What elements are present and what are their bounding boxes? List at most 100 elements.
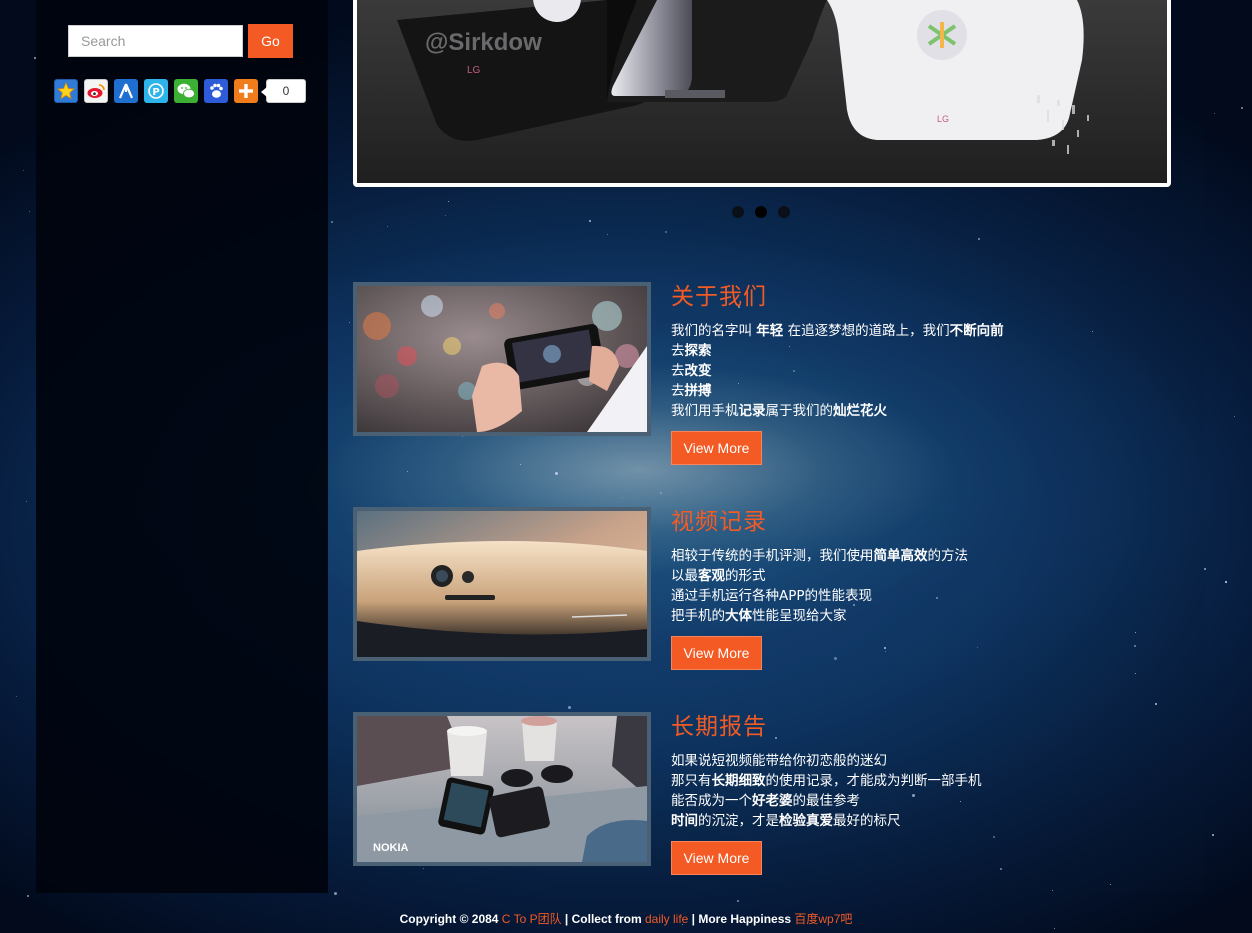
- star: [1053, 928, 1055, 930]
- feature-description: 如果说短视频能带给你初恋般的迷幻 那只有长期细致的使用记录，才能成为判断一部手机能…: [671, 751, 1151, 831]
- slider-dot-1[interactable]: [732, 206, 744, 218]
- emphasis-text: 记录: [738, 403, 766, 419]
- line-text: 性能呈现给大家: [752, 608, 847, 624]
- line-text: 去: [671, 343, 685, 359]
- line-text: 属于我们的: [765, 403, 834, 419]
- feature-image-about: [353, 282, 651, 436]
- feature-line: 我们的名字叫 年轻 在追逐梦想的道路上，我们不断向前: [671, 321, 1151, 341]
- line-text: 能否成为一个: [671, 793, 752, 809]
- share-count: 0: [261, 79, 306, 103]
- line-text: 的方法: [927, 548, 969, 564]
- share-bar: P 0: [54, 79, 306, 103]
- star: [1233, 415, 1235, 417]
- nokia-text: NOKIA: [373, 842, 409, 854]
- star: [22, 170, 24, 172]
- feature-line: 能否成为一个好老婆的最佳参考: [671, 791, 1151, 811]
- hero-image: @Sirkdow LG LG: [357, 0, 1167, 183]
- emphasis-text: 灿烂花火: [833, 403, 887, 419]
- star: [26, 501, 28, 503]
- emphasis-text: 探索: [684, 343, 712, 359]
- view-more-button[interactable]: View More: [671, 636, 762, 670]
- line-text: 去: [671, 383, 685, 399]
- feature-image-report: NOKIA: [353, 712, 651, 866]
- line-text: 的形式: [725, 568, 766, 584]
- star: [736, 900, 739, 903]
- feature-line: 以最客观的形式: [671, 566, 1151, 586]
- view-more-button[interactable]: View More: [671, 431, 762, 465]
- feature-description: 我们的名字叫 年轻 在追逐梦想的道路上，我们不断向前 去探索 去改变 去拼搏 我们用手机…: [671, 321, 1151, 421]
- hero-slider: @Sirkdow LG LG: [353, 0, 1171, 187]
- baidu-icon[interactable]: [204, 79, 228, 103]
- svg-text:P: P: [152, 87, 159, 98]
- slider-dot-3[interactable]: [778, 206, 790, 218]
- feature-text-about: 关于我们 我们的名字叫 年轻 在追逐梦想的道路上，我们不断向前 去探索 去改变 去拼搏…: [671, 277, 1151, 465]
- line-text: 把手机的: [671, 608, 725, 624]
- feature-line: 如果说短视频能带给你初恋般的迷幻: [671, 751, 1151, 771]
- feature-line: 去拼搏: [671, 381, 1151, 401]
- qzone-icon[interactable]: [54, 79, 78, 103]
- emphasis-text: 大体: [725, 608, 752, 624]
- footer-team-link[interactable]: C To P团队: [502, 912, 562, 926]
- emphasis-text: 拼搏: [684, 383, 712, 399]
- star: [1212, 833, 1215, 836]
- emphasis-text: 检验真爱: [779, 813, 833, 829]
- main-content: @Sirkdow LG LG 关于我们 我们的名字叫 年轻 在追逐梦想的道路上，…: [328, 0, 1205, 893]
- slider-dots: [732, 206, 801, 218]
- feature-report: NOKIA 长期报告 如果说短视频能带给你初恋般的迷幻 那只有长期细致的使用记录，…: [353, 712, 1153, 875]
- line-text: 我们的名字叫: [671, 323, 757, 339]
- line-text: 相较于传统的手机评测，我们使用: [671, 548, 874, 564]
- feature-description: 相较于传统的手机评测，我们使用简单高效的方法 以最客观的形式 通过手机运行各种APP…: [671, 546, 1151, 626]
- feature-video: 视频记录 相较于传统的手机评测，我们使用简单高效的方法 以最客观的形式 通过手机运行…: [353, 507, 1153, 670]
- line-text: 以最: [671, 568, 698, 584]
- footer-daily-life-link[interactable]: daily life: [645, 912, 688, 926]
- emphasis-text: 不断向前: [949, 323, 1004, 339]
- search-form: Go: [68, 24, 293, 58]
- emphasis-text: 好老婆: [752, 793, 793, 809]
- emphasis-text: 改变: [684, 363, 712, 379]
- feature-line: 去改变: [671, 361, 1151, 381]
- line-text: 去: [671, 363, 685, 379]
- feature-about: 关于我们 我们的名字叫 年轻 在追逐梦想的道路上，我们不断向前 去探索 去改变 去拼搏…: [353, 282, 1153, 465]
- feature-line: 那只有长期细致的使用记录，才能成为判断一部手机: [671, 771, 1151, 791]
- brand-text-2: LG: [937, 114, 949, 124]
- footer-baidu-link[interactable]: 百度wp7吧: [794, 912, 852, 926]
- line-text: 通过手机运行各种APP的性能表现: [671, 588, 873, 604]
- search-input[interactable]: [68, 25, 243, 57]
- feature-text-report: 长期报告 如果说短视频能带给你初恋般的迷幻 那只有长期细致的使用记录，才能成为判断…: [671, 707, 1151, 875]
- star: [1224, 580, 1227, 583]
- weibo-icon[interactable]: [84, 79, 108, 103]
- emphasis-text: 年轻: [756, 323, 784, 339]
- wechat-icon[interactable]: [174, 79, 198, 103]
- renren-icon[interactable]: [114, 79, 138, 103]
- feature-line: 把手机的大体性能呈现给大家: [671, 606, 1151, 626]
- feature-image-video: [353, 507, 651, 661]
- emphasis-text: 时间: [671, 813, 698, 829]
- go-button[interactable]: Go: [248, 24, 293, 58]
- feature-title: 关于我们: [671, 284, 767, 310]
- line-text: 在追逐梦想的道路上，我们: [783, 323, 950, 339]
- line-text: 如果说短视频能带给你初恋般的迷幻: [671, 753, 887, 769]
- view-more-button[interactable]: View More: [671, 841, 762, 875]
- emphasis-text: 长期细致: [711, 773, 766, 789]
- star: [1214, 112, 1216, 114]
- line-text: 的沉淀，才是: [698, 813, 779, 829]
- feature-line: 时间的沉淀，才是检验真爱最好的标尺: [671, 811, 1151, 831]
- line-text: 那只有: [671, 773, 712, 789]
- brand-text-1: LG: [467, 65, 481, 76]
- feature-text-video: 视频记录 相较于传统的手机评测，我们使用简单高效的方法 以最客观的形式 通过手机运行…: [671, 502, 1151, 670]
- feature-line: 我们用手机记录属于我们的灿烂花火: [671, 401, 1151, 421]
- slider-dot-2[interactable]: [755, 206, 767, 218]
- pengyou-icon[interactable]: P: [144, 79, 168, 103]
- watermark-text: @Sirkdow: [425, 29, 542, 56]
- star: [27, 895, 30, 898]
- feature-line: 去探索: [671, 341, 1151, 361]
- sidebar: Go P 0: [36, 0, 328, 893]
- line-text: 的使用记录，才能成为判断一部手机: [765, 773, 982, 789]
- emphasis-text: 客观: [698, 568, 725, 584]
- line-text: 我们用手机: [671, 403, 739, 419]
- line-text: 最好的标尺: [833, 813, 901, 829]
- more-icon[interactable]: [234, 79, 258, 103]
- feature-line: 相较于传统的手机评测，我们使用简单高效的方法: [671, 546, 1151, 566]
- star: [29, 211, 31, 213]
- line-text: 的最佳参考: [792, 793, 861, 809]
